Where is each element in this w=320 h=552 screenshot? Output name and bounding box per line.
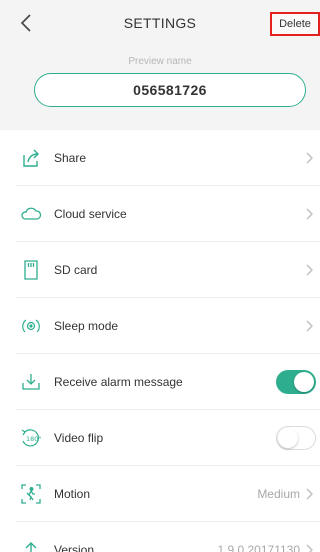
share-label: Share: [54, 151, 87, 165]
settings-list: Share Cloud service SD card Sleep mode R…: [0, 130, 320, 552]
toggle-knob: [294, 372, 314, 392]
preview-section: Preview name 056581726: [0, 46, 320, 126]
receive-alarm-row: Receive alarm message: [0, 354, 320, 410]
version-value: 1.9.0.20171130: [217, 543, 300, 552]
sd-card-icon: [18, 257, 44, 283]
version-row[interactable]: Version 1.9.0.20171130: [0, 522, 320, 552]
sleep-mode-icon: [18, 313, 44, 339]
motion-label: Motion: [54, 487, 91, 501]
chevron-right-icon: [304, 319, 314, 333]
cloud-service-row[interactable]: Cloud service: [0, 186, 320, 242]
sleep-mode-label: Sleep mode: [54, 319, 119, 333]
header-bar: SETTINGS Delete: [0, 0, 320, 46]
video-flip-label: Video flip: [54, 431, 104, 445]
version-icon: [18, 537, 44, 552]
motion-value: Medium: [257, 487, 300, 501]
alarm-message-icon: [18, 369, 44, 395]
svg-text:180°: 180°: [26, 435, 42, 443]
preview-name-field[interactable]: 056581726: [34, 73, 306, 107]
sleep-mode-row[interactable]: Sleep mode: [0, 298, 320, 354]
version-label: Version: [54, 543, 95, 552]
cloud-service-label: Cloud service: [54, 207, 127, 221]
cloud-icon: [18, 201, 44, 227]
motion-row[interactable]: Motion Medium: [0, 466, 320, 522]
receive-alarm-toggle[interactable]: [276, 370, 316, 394]
sd-card-row[interactable]: SD card: [0, 242, 320, 298]
toggle-knob: [278, 428, 298, 448]
video-flip-icon: 180°: [18, 425, 44, 451]
preview-name-label: Preview name: [128, 56, 192, 67]
chevron-right-icon: [304, 263, 314, 277]
video-flip-row: 180° Video flip: [0, 410, 320, 466]
receive-alarm-label: Receive alarm message: [54, 375, 183, 389]
chevron-right-icon: [304, 151, 314, 165]
chevron-right-icon: [304, 543, 314, 552]
motion-icon: [18, 481, 44, 507]
share-row[interactable]: Share: [0, 130, 320, 186]
delete-button[interactable]: Delete: [270, 12, 320, 36]
share-icon: [18, 145, 44, 171]
video-flip-toggle[interactable]: [276, 426, 316, 450]
sd-card-label: SD card: [54, 263, 98, 277]
chevron-right-icon: [304, 487, 314, 501]
chevron-right-icon: [304, 207, 314, 221]
